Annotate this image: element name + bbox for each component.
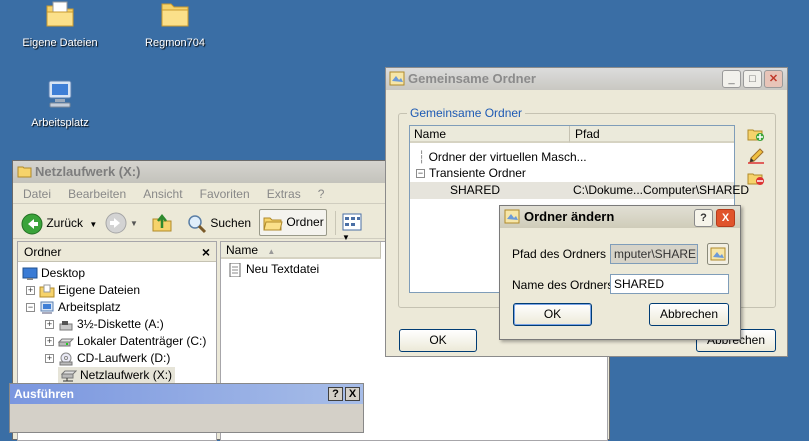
views-button[interactable]: ▼ bbox=[335, 211, 371, 242]
desktop-icon-label: Regmon704 bbox=[145, 37, 205, 49]
path-field[interactable]: mputer\SHARED bbox=[610, 244, 698, 264]
tree-item-lokaler-datentraeger[interactable]: + Lokaler Datenträger (C:) bbox=[45, 333, 206, 350]
expand-icon[interactable]: + bbox=[45, 354, 54, 364]
menu-help[interactable]: ? bbox=[318, 184, 325, 204]
desktop-icon-arbeitsplatz[interactable]: Arbeitsplatz bbox=[15, 78, 105, 129]
group-label: Gemeinsame Ordner bbox=[407, 106, 526, 120]
network-drive-icon bbox=[61, 370, 77, 382]
help-button[interactable]: ? bbox=[694, 209, 713, 227]
collapse-icon[interactable]: − bbox=[26, 303, 35, 313]
run-help-button[interactable]: ? bbox=[328, 387, 343, 401]
up-folder-icon[interactable] bbox=[151, 212, 173, 234]
run-dialog: Ausführen ? X bbox=[9, 383, 364, 433]
views-icon bbox=[342, 213, 362, 231]
folder-pane-header: Ordner × bbox=[18, 242, 216, 262]
menu-favoriten[interactable]: Favoriten bbox=[200, 184, 250, 204]
edit-folder-title: Ordner ändern bbox=[524, 209, 615, 224]
menu-datei[interactable]: Datei bbox=[23, 184, 51, 204]
minimize-button[interactable]: _ bbox=[722, 70, 741, 88]
desktop-icon-label: Arbeitsplatz bbox=[31, 117, 89, 129]
shared-folder-icon bbox=[504, 209, 520, 224]
dropdown-arrow-icon[interactable]: ▼ bbox=[130, 219, 138, 228]
shared-folders-title: Gemeinsame Ordner bbox=[408, 71, 536, 86]
tree-item-diskette[interactable]: +3½-Diskette (A:) bbox=[45, 316, 164, 333]
folders-icon bbox=[263, 217, 283, 231]
name-field[interactable]: SHARED bbox=[610, 274, 729, 294]
sort-ascending-icon: ▲ bbox=[267, 247, 276, 256]
cancel-button[interactable]: Abbrechen bbox=[649, 303, 729, 326]
path-label: Pfad des Ordners bbox=[512, 247, 607, 261]
collapse-icon[interactable]: − bbox=[416, 169, 425, 179]
menu-bearbeiten[interactable]: Bearbeiten bbox=[68, 184, 126, 204]
floppy-drive-icon bbox=[59, 320, 73, 331]
computer-icon bbox=[48, 80, 72, 108]
column-header-path[interactable]: Pfad bbox=[570, 126, 734, 143]
tree-item-eigene-dateien[interactable]: + Eigene Dateien bbox=[26, 282, 140, 299]
forward-button[interactable] bbox=[105, 212, 127, 234]
search-button[interactable]: Suchen bbox=[187, 211, 251, 235]
ok-button[interactable]: OK bbox=[513, 303, 592, 326]
desktop-icon-label: Eigene Dateien bbox=[22, 37, 98, 49]
add-folder-icon[interactable] bbox=[747, 126, 765, 142]
folders-label: Ordner bbox=[286, 215, 324, 229]
browse-folder-icon[interactable] bbox=[707, 243, 729, 265]
folder-documents-icon bbox=[39, 284, 55, 298]
expand-icon[interactable]: + bbox=[26, 286, 35, 296]
explorer-toolbar: Zurück ▼ ▼ Suchen Ordner ▼ bbox=[13, 205, 385, 242]
shared-row-transient[interactable]: − Transiente Ordner bbox=[416, 165, 526, 182]
folder-documents-icon bbox=[46, 1, 74, 27]
desktop-icon-regmon704[interactable]: Regmon704 bbox=[130, 0, 220, 49]
search-label: Suchen bbox=[210, 216, 252, 230]
folder-icon bbox=[161, 3, 189, 27]
cd-drive-icon bbox=[59, 352, 73, 366]
column-header-name[interactable]: Name ▲ bbox=[221, 242, 381, 259]
close-pane-icon[interactable]: × bbox=[202, 242, 210, 262]
maximize-button[interactable]: □ bbox=[743, 70, 762, 88]
close-button[interactable]: X bbox=[716, 209, 735, 227]
dropdown-arrow-icon[interactable]: ▼ bbox=[89, 220, 97, 229]
shared-row-shared[interactable]: SHARED C:\Dokume...Computer\SHARED bbox=[410, 182, 749, 199]
shared-row-virtual-machine[interactable]: ┆ Ordner der virtuellen Masch... bbox=[418, 149, 587, 166]
text-file-icon bbox=[229, 262, 241, 277]
tree-item-arbeitsplatz[interactable]: − Arbeitsplatz bbox=[26, 299, 121, 316]
run-dialog-title-bar[interactable]: Ausführen bbox=[10, 384, 363, 404]
expand-icon[interactable]: + bbox=[45, 320, 54, 330]
back-button[interactable]: Zurück ▼ bbox=[21, 211, 97, 235]
back-arrow-icon bbox=[21, 213, 43, 235]
search-icon bbox=[188, 215, 207, 233]
tree-item-desktop[interactable]: Desktop bbox=[22, 265, 85, 282]
folder-open-icon bbox=[17, 166, 32, 178]
run-dialog-title: Ausführen bbox=[14, 387, 74, 401]
menu-extras[interactable]: Extras bbox=[267, 184, 301, 204]
desktop-icon-eigene-dateien[interactable]: Eigene Dateien bbox=[15, 0, 105, 49]
edit-folder-icon[interactable] bbox=[747, 148, 765, 164]
computer-icon bbox=[40, 301, 54, 314]
hard-drive-icon bbox=[58, 338, 74, 347]
close-button[interactable]: ✕ bbox=[764, 70, 783, 88]
folder-pane-title: Ordner bbox=[24, 245, 62, 259]
remove-folder-icon[interactable] bbox=[747, 170, 765, 186]
tree-item-netzlaufwerk[interactable]: Netzlaufwerk (X:) bbox=[58, 367, 176, 384]
back-label: Zurück bbox=[46, 216, 84, 230]
shared-folder-icon bbox=[389, 71, 405, 86]
tree-item-cd-laufwerk[interactable]: + CD-Laufwerk (D:) bbox=[45, 350, 170, 367]
desktop-icon bbox=[22, 267, 38, 280]
menu-ansicht[interactable]: Ansicht bbox=[143, 184, 182, 204]
name-label: Name des Ordners bbox=[512, 278, 614, 292]
expand-icon[interactable]: + bbox=[45, 337, 54, 347]
edit-folder-dialog: Ordner ändern ? X Pfad des Ordners mpute… bbox=[499, 205, 741, 340]
column-header-name[interactable]: Name bbox=[410, 126, 570, 143]
explorer-menu-bar: Datei Bearbeiten Ansicht Favoriten Extra… bbox=[13, 184, 385, 204]
explorer-title: Netzlaufwerk (X:) bbox=[35, 164, 141, 179]
run-close-button[interactable]: X bbox=[345, 387, 360, 401]
folders-button[interactable]: Ordner bbox=[259, 209, 327, 236]
file-item[interactable]: Neu Textdatei bbox=[227, 261, 319, 278]
shared-ok-button[interactable]: OK bbox=[399, 329, 477, 352]
